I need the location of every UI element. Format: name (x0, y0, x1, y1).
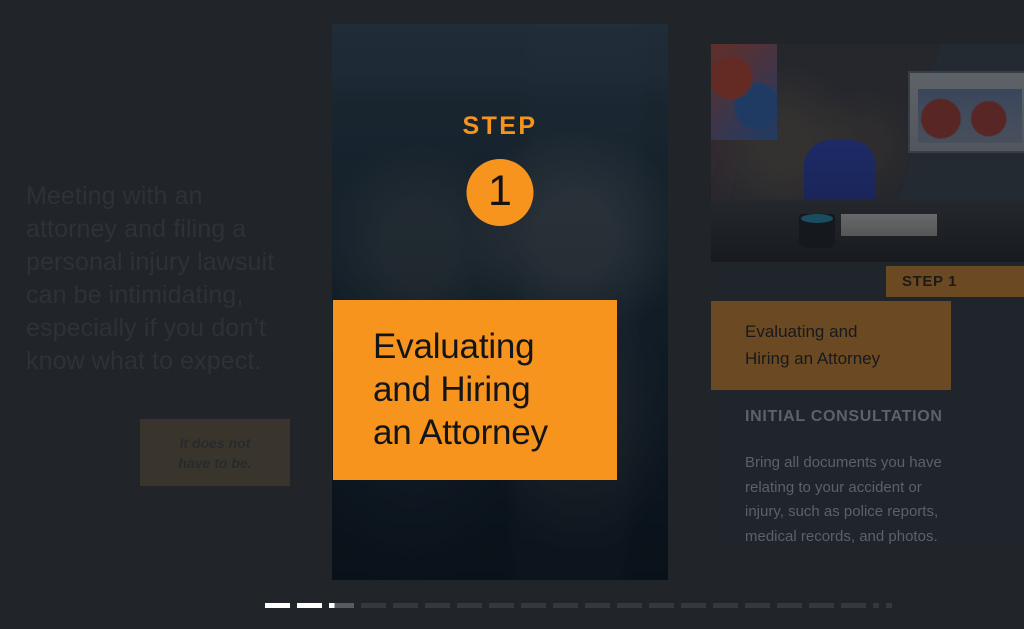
step-number: 1 (488, 167, 512, 215)
pagination-dash-18[interactable] (809, 603, 834, 608)
slide-title-line-2: and Hiring (373, 370, 531, 409)
pagination-dash-20[interactable] (873, 603, 879, 608)
step-number-badge: 1 (466, 159, 534, 226)
pagination-dash-5[interactable] (393, 603, 418, 608)
pagination-dash-3[interactable] (329, 603, 354, 608)
callout-box: It does not have to be. (140, 419, 290, 486)
next-slide-title: Evaluating and Hiring an Attorney (745, 318, 951, 372)
pagination-dash-11[interactable] (585, 603, 610, 608)
pagination-dash-19[interactable] (841, 603, 866, 608)
slide-title-box: Evaluating and Hiring an Attorney (333, 300, 617, 480)
pagination-dash-6[interactable] (425, 603, 450, 608)
intro-paragraph: Meeting with an attorney and filing a pe… (26, 182, 275, 375)
next-step-badge-text: STEP 1 (902, 273, 958, 290)
pagination-dash-10[interactable] (553, 603, 578, 608)
next-slide-panel[interactable]: STEP 1 Evaluating and Hiring an Attorney… (711, 44, 1024, 550)
pagination-dash-9[interactable] (521, 603, 546, 608)
callout-text: It does not have to be. (178, 433, 251, 473)
next-title-line-2: Hiring an Attorney (745, 349, 881, 368)
previous-slide-panel[interactable]: Meeting with an attorney and filing a pe… (0, 0, 332, 629)
pagination-dash-12[interactable] (617, 603, 642, 608)
callout-line-1: It does not (179, 434, 251, 451)
step-label: STEP (462, 112, 538, 140)
pagination-dash-15[interactable] (713, 603, 738, 608)
slide-title-line-1: Evaluating (373, 327, 535, 366)
next-title-line-1: Evaluating and (745, 322, 858, 341)
pagination-dash-7[interactable] (457, 603, 482, 608)
next-slide-title-box: Evaluating and Hiring an Attorney (711, 301, 951, 390)
pagination-dash-4[interactable] (361, 603, 386, 608)
slideshow-stage: Meeting with an attorney and filing a pe… (0, 0, 1024, 629)
pagination-progress[interactable] (265, 602, 892, 609)
callout-line-2: have to be. (178, 454, 252, 471)
active-slide-card[interactable]: STEP 1 Evaluating and Hiring an Attorney (332, 24, 668, 580)
body-line-1: Bring all documents you have (745, 454, 942, 471)
next-step-badge: STEP 1 (886, 266, 1024, 297)
pagination-dash-8[interactable] (489, 603, 514, 608)
consultation-photo (711, 44, 1024, 262)
section-kicker: INITIAL CONSULTATION (745, 408, 943, 425)
slide-title-line-3: an Attorney (373, 413, 548, 452)
body-line-2: relating to your accident or (745, 478, 922, 496)
photo-dim-overlay (711, 44, 1024, 262)
body-line-4: medical records, and photos. (745, 527, 938, 545)
body-line-3: injury, such as police reports, (745, 503, 939, 520)
pagination-dash-2[interactable] (297, 603, 322, 608)
slide-title: Evaluating and Hiring an Attorney (373, 325, 617, 454)
section-body: Bring all documents you have relating to… (745, 451, 979, 549)
pagination-dash-1[interactable] (265, 603, 290, 608)
pagination-dash-16[interactable] (745, 603, 770, 608)
pagination-dash-13[interactable] (649, 603, 674, 608)
pagination-dash-14[interactable] (681, 603, 706, 608)
pagination-dash-21[interactable] (886, 603, 892, 608)
pagination-dash-17[interactable] (777, 603, 802, 608)
